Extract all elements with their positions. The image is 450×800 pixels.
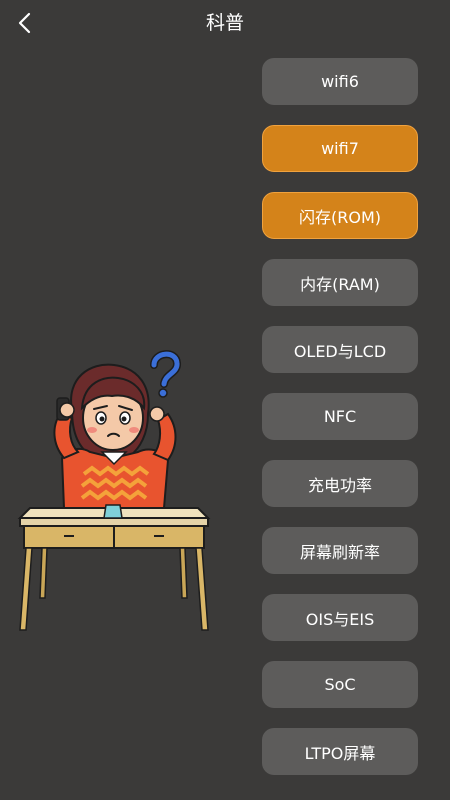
topic-button[interactable]: 内存(RAM): [262, 259, 418, 306]
question-mark-icon: [150, 350, 181, 398]
topic-label: LTPO屏幕: [304, 743, 376, 763]
app-screen: 科普 wifi6 wifi7 闪存(ROM) 内存(RAM) OLED与LCD …: [0, 0, 450, 800]
topic-button[interactable]: OIS与EIS: [262, 594, 418, 641]
topic-button[interactable]: 闪存(ROM): [262, 192, 418, 239]
confused-girl-illustration: [17, 350, 211, 631]
topic-label: 闪存(ROM): [298, 207, 381, 227]
topic-button[interactable]: LTPO屏幕: [262, 728, 418, 775]
topic-label: wifi6: [321, 72, 359, 91]
topic-button[interactable]: 屏幕刷新率: [262, 527, 418, 574]
topic-label: NFC: [323, 407, 357, 426]
topic-label: SoC: [324, 675, 356, 694]
page-title: 科普: [205, 12, 244, 34]
topic-label: 屏幕刷新率: [299, 542, 380, 562]
topic-label: OIS与EIS: [305, 609, 375, 629]
topic-button[interactable]: 充电功率: [262, 460, 418, 507]
topic-label: 内存(RAM): [300, 274, 380, 294]
topic-button[interactable]: NFC: [262, 393, 418, 440]
topic-label: wifi7: [321, 139, 359, 158]
topic-label: OLED与LCD: [293, 341, 387, 361]
topic-button[interactable]: SoC: [262, 661, 418, 708]
topic-label: 充电功率: [307, 475, 372, 495]
header-bar: 科普: [0, 0, 450, 46]
topic-list: wifi6 wifi7 闪存(ROM) 内存(RAM) OLED与LCD NFC…: [262, 58, 420, 795]
topic-button[interactable]: wifi6: [262, 58, 418, 105]
topic-button[interactable]: wifi7: [262, 125, 418, 172]
topic-button[interactable]: OLED与LCD: [262, 326, 418, 373]
phone-icon: [103, 504, 123, 519]
